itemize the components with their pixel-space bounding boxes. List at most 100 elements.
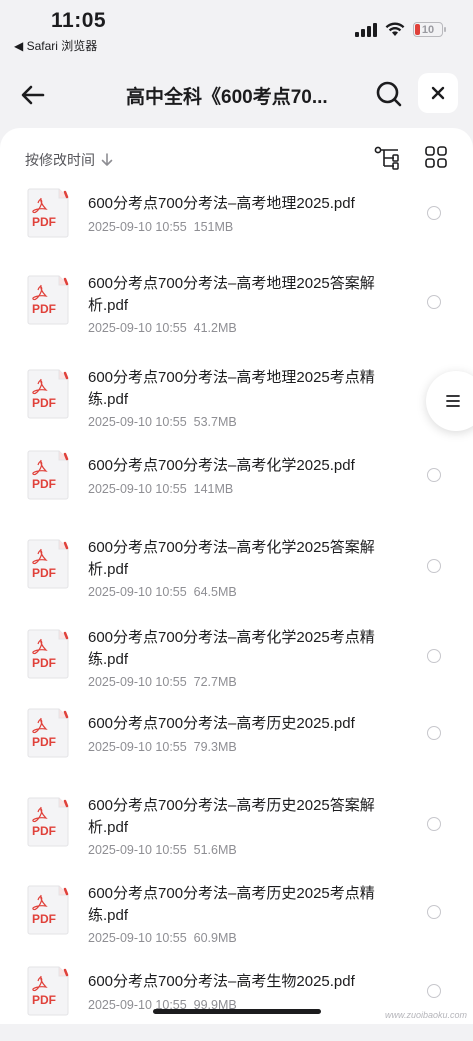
select-radio[interactable] xyxy=(427,295,441,309)
file-meta: 2025-09-10 10:55 79.3MB xyxy=(88,740,237,754)
file-row[interactable]: PDF 600分考点700分考法–高考历史2025考点精练.pdf 2025-09-… xyxy=(0,875,473,955)
pdf-file-icon: PDF xyxy=(27,797,69,847)
file-row[interactable]: PDF 600分考点700分考法–高考地理2025考点精练.pdf 2025-09-… xyxy=(0,359,473,439)
pdf-file-icon: PDF xyxy=(27,629,69,679)
file-row[interactable]: PDF 600分考点700分考法–高考地理2025.pdf 2025-09-10 1… xyxy=(0,183,473,263)
select-radio[interactable] xyxy=(427,984,441,998)
file-date: 2025-09-10 10:55 xyxy=(88,220,187,234)
select-radio[interactable] xyxy=(427,817,441,831)
file-meta: 2025-09-10 10:55 141MB xyxy=(88,482,233,496)
file-row[interactable]: PDF 600分考点700分考法–高考化学2025.pdf 2025-09-10 1… xyxy=(0,445,473,525)
pdf-badge: PDF xyxy=(32,302,56,316)
status-indicators: 10 xyxy=(355,22,446,37)
file-sheet: 按修改时间 PDF 600分考点700分考法–高考地理2025.pdf 2025-0… xyxy=(0,128,473,1024)
pdf-badge: PDF xyxy=(32,824,56,838)
grid-view-icon[interactable] xyxy=(425,146,447,168)
arrow-left-icon[interactable] xyxy=(18,80,48,110)
file-size: 151MB xyxy=(193,220,234,234)
file-name: 600分考点700分考法–高考化学2025考点精练.pdf xyxy=(88,629,375,668)
select-radio[interactable] xyxy=(427,206,441,220)
file-meta: 2025-09-10 10:55 60.9MB xyxy=(88,931,237,945)
navigation-bar: 高中全科《600考点70... xyxy=(0,60,473,130)
file-name: 600分考点700分考法–高考地理2025.pdf xyxy=(88,195,355,212)
select-radio[interactable] xyxy=(427,649,441,663)
watermark: www.zuoibaoku.com xyxy=(384,1010,467,1020)
page-title: 高中全科《600考点70... xyxy=(126,87,328,108)
pdf-file-icon: PDF xyxy=(27,450,69,500)
pdf-file-icon: PDF xyxy=(27,369,69,419)
file-size: 72.7MB xyxy=(193,675,237,689)
arrow-down-icon xyxy=(101,153,113,166)
pdf-badge: PDF xyxy=(32,993,56,1007)
file-row[interactable]: PDF 600分考点700分考法–高考历史2025.pdf 2025-09-10 1… xyxy=(0,703,473,783)
pdf-badge: PDF xyxy=(32,477,56,491)
file-size: 53.7MB xyxy=(193,415,237,429)
select-radio[interactable] xyxy=(427,726,441,740)
file-row[interactable]: PDF 600分考点700分考法–高考地理2025答案解析.pdf 2025-09-… xyxy=(0,265,473,345)
wifi-icon xyxy=(385,22,405,36)
select-radio[interactable] xyxy=(427,905,441,919)
close-button[interactable] xyxy=(418,73,458,113)
file-date: 2025-09-10 10:55 xyxy=(88,415,187,429)
pdf-file-icon: PDF xyxy=(27,708,69,758)
file-name: 600分考点700分考法–高考地理2025答案解析.pdf xyxy=(88,275,375,314)
file-row[interactable]: PDF 600分考点700分考法–高考生物2025.pdf 2025-09-10 1… xyxy=(0,961,473,1041)
pdf-file-icon: PDF xyxy=(27,966,69,1016)
pdf-badge: PDF xyxy=(32,566,56,580)
pdf-file-icon: PDF xyxy=(27,885,69,935)
file-row[interactable]: PDF 600分考点700分考法–高考历史2025答案解析.pdf 2025-09-… xyxy=(0,787,473,867)
pdf-badge: PDF xyxy=(32,912,56,926)
file-row[interactable]: PDF 600分考点700分考法–高考化学2025考点精练.pdf 2025-09-… xyxy=(0,619,473,699)
file-date: 2025-09-10 10:55 xyxy=(88,675,187,689)
sort-button[interactable]: 按修改时间 xyxy=(25,150,113,170)
file-size: 41.2MB xyxy=(193,321,237,335)
status-time: 11:05 xyxy=(51,9,107,32)
file-meta: 2025-09-10 10:55 72.7MB xyxy=(88,675,237,689)
battery-percent: 10 xyxy=(421,23,435,36)
pdf-file-icon: PDF xyxy=(27,539,69,589)
file-meta: 2025-09-10 10:55 151MB xyxy=(88,220,233,234)
file-row[interactable]: PDF 600分考点700分考法–高考化学2025答案解析.pdf 2025-09-… xyxy=(0,529,473,609)
file-size: 51.6MB xyxy=(193,843,237,857)
file-meta: 2025-09-10 10:55 53.7MB xyxy=(88,415,237,429)
sort-bar: 按修改时间 xyxy=(0,128,473,186)
back-to-safari-link[interactable]: ◀ Safari 浏览器 xyxy=(14,37,97,54)
battery-level xyxy=(415,24,420,35)
status-bar: 11:05 ◀ Safari 浏览器 10 xyxy=(0,0,473,56)
pdf-badge: PDF xyxy=(32,215,56,229)
file-date: 2025-09-10 10:55 xyxy=(88,585,187,599)
battery-icon: 10 xyxy=(413,22,446,37)
file-name: 600分考点700分考法–高考化学2025答案解析.pdf xyxy=(88,539,375,578)
tree-view-icon[interactable] xyxy=(374,146,400,170)
file-size: 141MB xyxy=(193,482,234,496)
file-name: 600分考点700分考法–高考历史2025.pdf xyxy=(88,715,355,732)
file-meta: 2025-09-10 10:55 51.6MB xyxy=(88,843,237,857)
select-radio[interactable] xyxy=(427,468,441,482)
file-name: 600分考点700分考法–高考历史2025答案解析.pdf xyxy=(88,797,375,836)
pdf-badge: PDF xyxy=(32,656,56,670)
file-name: 600分考点700分考法–高考生物2025.pdf xyxy=(88,973,355,990)
search-icon[interactable] xyxy=(375,80,403,108)
file-date: 2025-09-10 10:55 xyxy=(88,482,187,496)
select-radio[interactable] xyxy=(427,559,441,573)
file-name: 600分考点700分考法–高考历史2025考点精练.pdf xyxy=(88,885,375,924)
pdf-file-icon: PDF xyxy=(27,275,69,325)
file-size: 79.3MB xyxy=(193,740,237,754)
file-size: 60.9MB xyxy=(193,931,237,945)
file-name: 600分考点700分考法–高考地理2025考点精练.pdf xyxy=(88,369,375,408)
file-date: 2025-09-10 10:55 xyxy=(88,321,187,335)
file-date: 2025-09-10 10:55 xyxy=(88,740,187,754)
file-size: 64.5MB xyxy=(193,585,237,599)
pdf-file-icon: PDF xyxy=(27,188,69,238)
signal-icon xyxy=(355,22,377,37)
pdf-badge: PDF xyxy=(32,396,56,410)
home-indicator[interactable] xyxy=(153,1009,321,1014)
close-icon xyxy=(431,86,445,100)
file-date: 2025-09-10 10:55 xyxy=(88,931,187,945)
file-date: 2025-09-10 10:55 xyxy=(88,843,187,857)
pdf-badge: PDF xyxy=(32,735,56,749)
file-name: 600分考点700分考法–高考化学2025.pdf xyxy=(88,457,355,474)
file-meta: 2025-09-10 10:55 64.5MB xyxy=(88,585,237,599)
sort-label: 按修改时间 xyxy=(25,152,95,168)
menu-icon xyxy=(446,395,460,407)
